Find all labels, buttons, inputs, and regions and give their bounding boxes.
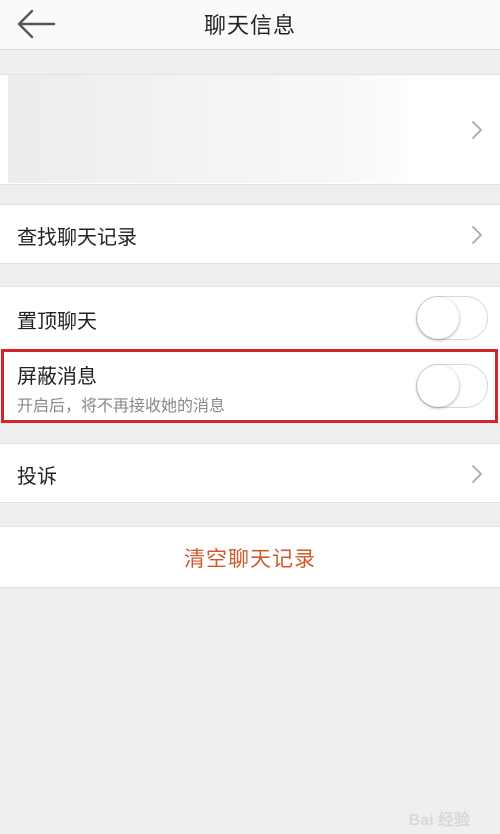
top-bar: 聊天信息	[0, 0, 500, 50]
pin-chat-toggle[interactable]	[416, 296, 488, 340]
toggle-knob	[417, 297, 459, 339]
search-history-row[interactable]: 查找聊天记录	[0, 204, 500, 264]
block-messages-row: 屏蔽消息 开启后，将不再接收她的消息	[0, 349, 500, 423]
block-messages-description: 开启后，将不再接收她的消息	[17, 396, 226, 415]
watermark: Bai 经验	[408, 812, 470, 829]
profile-row[interactable]	[0, 74, 500, 185]
block-messages-label: 屏蔽消息	[17, 364, 97, 388]
pin-chat-row: 置顶聊天	[0, 286, 500, 349]
chevron-right-icon	[472, 226, 482, 244]
blurred-profile-area	[8, 75, 410, 183]
complaint-label: 投诉	[17, 464, 57, 488]
toggle-knob	[417, 365, 459, 407]
pin-chat-label: 置顶聊天	[17, 309, 97, 333]
clear-history-button[interactable]: 清空聊天记录	[0, 526, 500, 588]
clear-history-label: 清空聊天记录	[184, 547, 316, 571]
complaint-row[interactable]: 投诉	[0, 443, 500, 503]
search-history-label: 查找聊天记录	[17, 225, 137, 249]
chevron-right-icon	[472, 121, 482, 139]
block-messages-toggle[interactable]	[416, 364, 488, 408]
chevron-right-icon	[472, 465, 482, 483]
page-title: 聊天信息	[203, 14, 296, 39]
